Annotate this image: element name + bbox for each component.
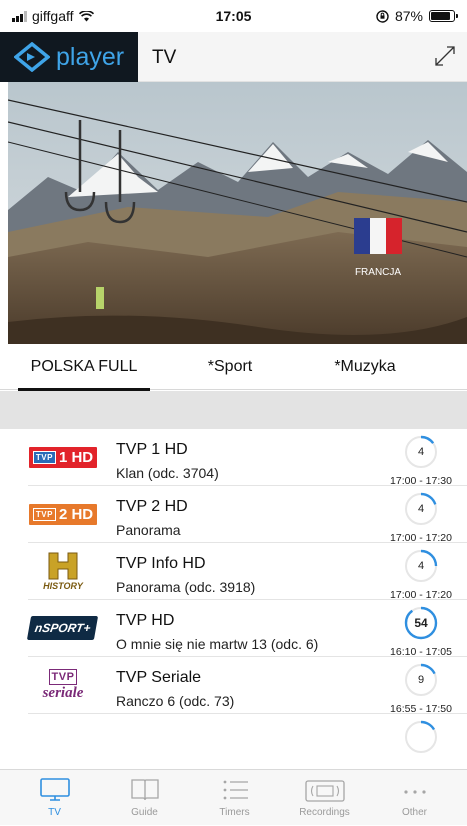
channel-name: TVP Seriale: [116, 669, 202, 686]
progress-ring: 54: [404, 606, 438, 640]
nav-label: Recordings: [299, 807, 350, 818]
book-icon: [130, 779, 159, 801]
bottom-tab-bar: TV Guide Timers Recordings Other: [0, 769, 467, 825]
nav-recordings[interactable]: Recordings: [278, 770, 371, 826]
video-player[interactable]: FRANCJA: [8, 82, 467, 344]
nav-label: Timers: [219, 807, 250, 818]
progress-ring: [404, 720, 438, 754]
channel-row[interactable]: nSPORT+ TVP HD O mnie się nie martw 13 (…: [0, 600, 467, 658]
channel-logo: TVP 1 HD: [18, 437, 108, 477]
channel-logo: HISTORY: [18, 551, 108, 591]
list-icon: [223, 780, 248, 800]
nav-other[interactable]: Other: [368, 770, 461, 826]
brand-name: player: [56, 42, 125, 71]
status-bar: giffgaff 17:05 87%: [0, 0, 467, 32]
tab-sport[interactable]: *Sport: [170, 344, 290, 390]
nav-guide[interactable]: Guide: [98, 770, 191, 826]
more-icon: [403, 790, 426, 794]
progress-ring: 4: [404, 492, 438, 526]
program-title: O mnie się nie martw 13 (odc. 6): [116, 636, 319, 652]
channel-row[interactable]: TVP 1 HD TVP 1 HD Klan (odc. 3704) 4 17:…: [0, 429, 467, 487]
app-header: player TV: [0, 32, 467, 82]
nav-label: Other: [401, 807, 427, 818]
tv-icon: [39, 778, 70, 801]
channel-row-partial[interactable]: [0, 714, 467, 769]
video-overlay-text: FRANCJA: [355, 267, 401, 278]
channel-name: TVP HD: [116, 612, 175, 629]
channel-row[interactable]: TVP 2 HD TVP 2 HD Panorama 4 17:00 - 17:…: [0, 486, 467, 544]
minutes-remaining: 4: [417, 446, 425, 458]
progress-ring: 4: [404, 435, 438, 469]
minutes-remaining: 9: [417, 674, 425, 686]
minutes-remaining: 4: [417, 560, 425, 572]
tab-muzyka[interactable]: *Muzyka: [305, 344, 425, 390]
program-title: Panorama (odc. 3918): [116, 579, 256, 595]
brand-logo: player: [0, 32, 138, 82]
page-title: TV: [152, 47, 177, 68]
battery-icon: [429, 10, 458, 22]
nav-timers[interactable]: Timers: [188, 770, 281, 826]
channel-logo: TVP seriale: [42, 668, 84, 701]
battery-percent: 87%: [394, 8, 423, 24]
channel-logo: nSPORT+: [18, 608, 108, 648]
video-frame: FRANCJA: [8, 82, 467, 344]
minutes-remaining: 4: [417, 503, 425, 515]
channel-row[interactable]: TVP seriale TVP Seriale Ranczo 6 (odc. 7…: [0, 657, 467, 715]
tab-polska-full[interactable]: POLSKA FULL: [18, 344, 150, 391]
channel-logo: TVP 2 HD: [18, 494, 108, 534]
channel-name: TVP 1 HD: [116, 441, 188, 458]
history-logo-icon: [48, 552, 78, 580]
channel-name: TVP 2 HD: [116, 498, 188, 515]
flag-icon: [354, 218, 402, 254]
minutes-remaining: 54: [414, 616, 428, 630]
progress-ring: 4: [404, 549, 438, 583]
nav-tv[interactable]: TV: [8, 770, 101, 826]
program-title: Klan (odc. 3704): [116, 465, 219, 481]
tape-icon: [304, 780, 345, 802]
channel-group-tabs: POLSKA FULL *Sport *Muzyka: [0, 344, 467, 391]
program-title: Panorama: [116, 522, 181, 538]
fullscreen-icon[interactable]: [433, 44, 457, 68]
progress-ring: 9: [404, 663, 438, 697]
nav-label: TV: [48, 807, 61, 818]
player-logo-icon: [14, 42, 50, 72]
program-title: Ranczo 6 (odc. 73): [116, 693, 235, 709]
nav-label: Guide: [131, 807, 158, 818]
orientation-lock-icon: [376, 9, 389, 23]
channel-row[interactable]: HISTORY TVP Info HD Panorama (odc. 3918)…: [0, 543, 467, 601]
separator-bar: [0, 391, 467, 429]
channel-name: TVP Info HD: [116, 555, 206, 572]
channel-list[interactable]: TVP 1 HD TVP 1 HD Klan (odc. 3704) 4 17:…: [0, 429, 467, 769]
